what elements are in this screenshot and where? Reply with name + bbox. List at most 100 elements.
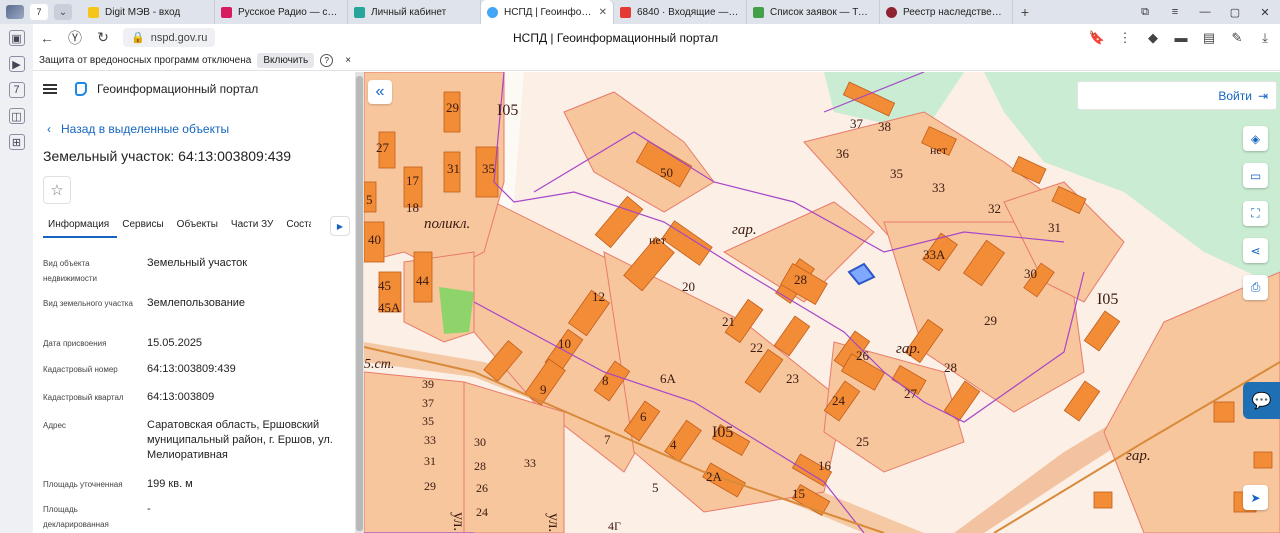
map-label: 26 xyxy=(856,348,870,363)
map-label: 24 xyxy=(832,393,846,408)
extension-icon[interactable]: ◆ xyxy=(1144,30,1162,46)
bookmark-icon[interactable]: 🔖 xyxy=(1088,30,1106,46)
map-label: 35 xyxy=(890,166,903,181)
play-icon[interactable]: ▶ xyxy=(8,56,25,72)
close-tab-icon[interactable]: ✕ xyxy=(599,7,607,18)
map-label: 16 xyxy=(818,458,832,473)
object-panel: Геоинформационный портал ‹ Назад в выдел… xyxy=(33,72,355,533)
browser-logo-icon[interactable] xyxy=(6,5,24,19)
maximize-icon[interactable]: ▢ xyxy=(1220,6,1250,19)
panel-tabs: Информация Сервисы Объекты Части ЗУ Сост… xyxy=(43,214,355,238)
map-label: 33А xyxy=(923,247,946,262)
hamburger-menu-icon[interactable] xyxy=(43,84,57,94)
tab-composition[interactable]: Состав xyxy=(281,214,311,238)
window-controls: ⧉ ≡ — ▢ ✕ xyxy=(1130,0,1280,24)
download-icon[interactable]: ⤓ xyxy=(1256,30,1274,46)
print-icon[interactable]: ⎙ xyxy=(1243,275,1268,300)
tab-parts[interactable]: Части ЗУ xyxy=(226,214,281,238)
map-label: 27 xyxy=(376,140,390,155)
reload-icon[interactable]: ↻ xyxy=(89,29,117,46)
login-icon: ⇥ xyxy=(1257,88,1268,103)
map-label: 44 xyxy=(416,273,430,288)
map-label: 22 xyxy=(750,340,763,355)
map-label: 31 xyxy=(447,161,460,176)
back-to-selected-link[interactable]: ‹ Назад в выделенные объекты xyxy=(47,122,229,136)
area-select-icon[interactable]: ⛶ xyxy=(1243,201,1268,226)
share-icon[interactable]: ⋖ xyxy=(1243,238,1268,263)
login-button[interactable]: Войти ⇥ xyxy=(1077,81,1277,110)
url-field[interactable]: 🔒 nspd.gov.ru xyxy=(123,28,216,47)
tab-counter[interactable]: 7 xyxy=(30,4,48,20)
chat-assistant-icon[interactable]: 💬 xyxy=(1243,382,1280,419)
map-label: поликл. xyxy=(424,216,470,232)
calendar-icon[interactable]: 7 xyxy=(8,82,25,98)
browser-tab-active[interactable]: НСПД | Геоинформац✕ xyxy=(481,0,614,24)
close-window-icon[interactable]: ✕ xyxy=(1250,6,1280,19)
browser-tab[interactable]: Русское Радио — слушать xyxy=(215,0,348,24)
browser-tab[interactable]: Реестр наследственных дел xyxy=(880,0,1013,24)
browser-tab[interactable]: Личный кабинет xyxy=(348,0,481,24)
new-tab-button[interactable]: + xyxy=(1013,4,1037,20)
map-label: ул. xyxy=(545,513,562,532)
address-bar-actions: 🔖 ⋮ ◆ ▬ ▤ ✎ ⤓ xyxy=(1088,30,1274,46)
map-label: 39 xyxy=(422,377,434,391)
map-label: 45А xyxy=(378,300,401,315)
map-label: I05 xyxy=(497,102,518,119)
back-arrow-icon[interactable]: ← xyxy=(33,30,61,46)
yandex-icon[interactable]: Ⓨ xyxy=(61,28,89,48)
browser-tab[interactable]: Digit МЭВ - вход xyxy=(82,0,215,24)
map-label: гар. xyxy=(1126,448,1151,464)
map-label: 29 xyxy=(424,479,436,493)
map-label: 33 xyxy=(932,180,945,195)
chevron-left-icon: ‹ xyxy=(47,122,51,136)
collapse-panel-button[interactable]: « xyxy=(368,80,392,104)
geolocation-icon[interactable]: ➤ xyxy=(1243,485,1268,510)
menu-icon[interactable]: ≡ xyxy=(1160,6,1190,18)
map-canvas[interactable]: 29 I05 27 31 35 5 17 18 40 поликл. 44 45… xyxy=(364,72,1280,533)
browser-side-rail: ▣ ▶ 7 ◫ ⊞ xyxy=(0,24,33,533)
chevron-down-icon[interactable]: ⌄ xyxy=(54,4,72,20)
map-label: 26 xyxy=(476,481,488,495)
collections-icon[interactable]: ▣ xyxy=(8,30,25,46)
map-label: I05 xyxy=(712,424,733,441)
map-label: 36 xyxy=(836,146,850,161)
extension-icon[interactable]: ✎ xyxy=(1228,30,1246,46)
tab-information[interactable]: Информация xyxy=(43,214,118,238)
tabs-scroll-right-icon[interactable]: ▶ xyxy=(330,216,350,236)
favorite-star-button[interactable]: ☆ xyxy=(43,176,71,204)
ruler-icon[interactable]: ▭ xyxy=(1243,163,1268,188)
portal-name: Геоинформационный портал xyxy=(97,82,259,96)
close-notice-icon[interactable]: × xyxy=(345,55,351,66)
map-label: 29 xyxy=(446,100,459,115)
tab-favicon-icon xyxy=(88,6,99,18)
tab-objects[interactable]: Объекты xyxy=(172,214,226,238)
tab-favicon-icon xyxy=(221,6,232,18)
tab-favicon-icon xyxy=(886,6,897,18)
scrollbar-thumb[interactable] xyxy=(356,76,363,531)
media-icon[interactable]: ◫ xyxy=(8,108,25,124)
panel-scrollbar[interactable] xyxy=(355,72,364,533)
map-label: 23 xyxy=(786,371,799,386)
map-label: 30 xyxy=(474,435,486,449)
bookmarks-icon[interactable]: ⧉ xyxy=(1130,6,1160,19)
apps-grid-icon[interactable]: ⊞ xyxy=(8,134,25,150)
map-label: 24 xyxy=(476,505,488,519)
extension-icon[interactable]: ▬ xyxy=(1172,30,1190,45)
more-icon[interactable]: ⋮ xyxy=(1116,30,1134,46)
enable-protection-button[interactable]: Включить xyxy=(257,53,315,68)
map-label: 15 xyxy=(792,486,805,501)
map-label: 5 xyxy=(366,192,373,207)
map-label: 4Г xyxy=(608,519,621,533)
minimize-icon[interactable]: — xyxy=(1190,6,1220,18)
cadastral-map[interactable]: 29 I05 27 31 35 5 17 18 40 поликл. 44 45… xyxy=(364,72,1280,533)
browser-tab[interactable]: Список заявок — ТехноКом xyxy=(747,0,880,24)
browser-tab[interactable]: 6840 · Входящие — Яндекс xyxy=(614,0,747,24)
tab-services[interactable]: Сервисы xyxy=(117,214,171,238)
map-label: нет xyxy=(930,143,948,157)
help-icon[interactable]: ? xyxy=(320,54,334,67)
map-label: 38 xyxy=(878,119,891,134)
extension-icon[interactable]: ▤ xyxy=(1200,30,1218,46)
map-label: 8 xyxy=(602,373,609,388)
layers-icon[interactable]: ◈ xyxy=(1243,126,1268,151)
browser-tab-strip: 7 ⌄ Digit МЭВ - вход Русское Радио — слу… xyxy=(0,0,1280,24)
